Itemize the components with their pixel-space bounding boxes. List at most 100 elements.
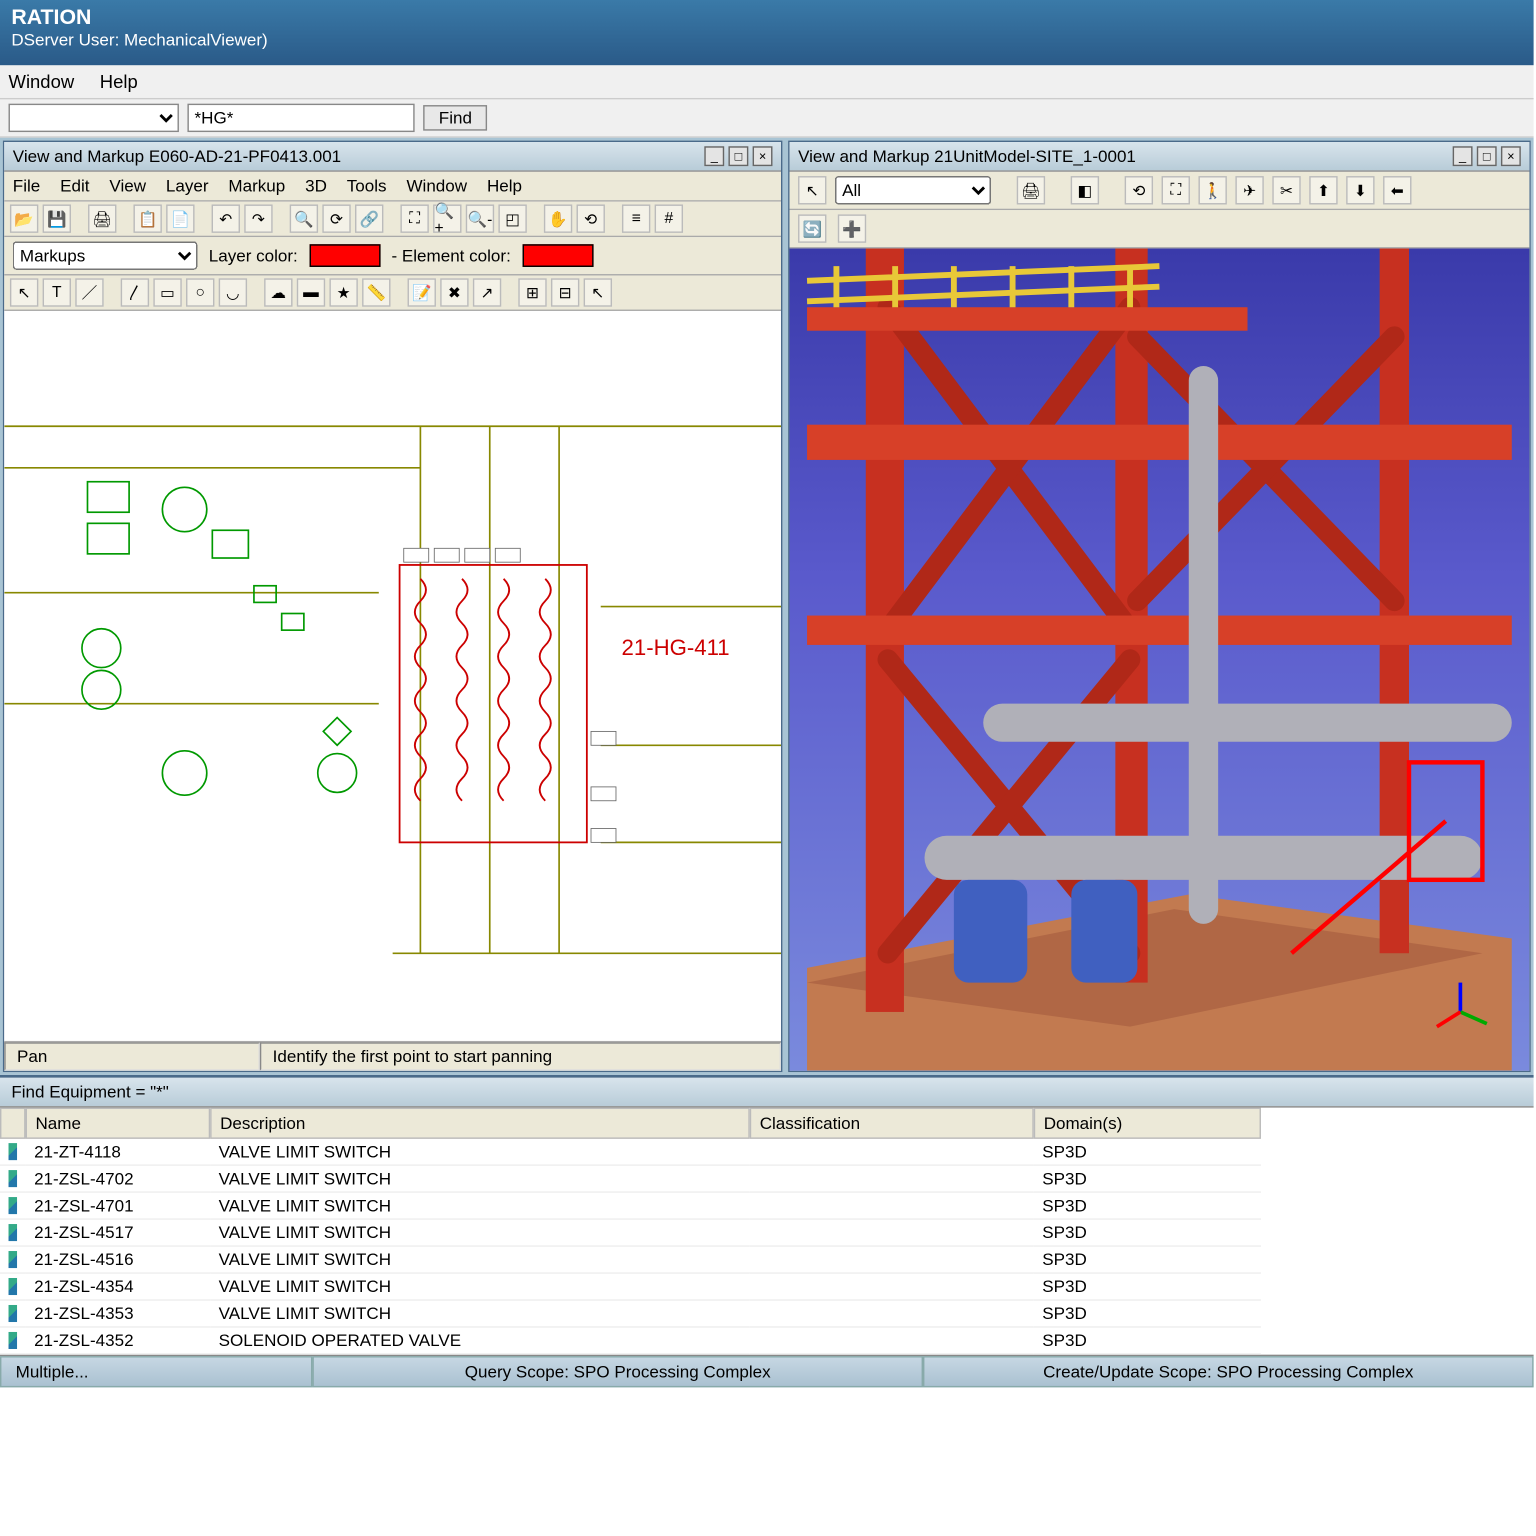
row-icon[interactable] xyxy=(0,1301,26,1328)
refresh-icon[interactable]: ⟳ xyxy=(322,204,350,232)
paste-icon[interactable]: 📄 xyxy=(166,204,194,232)
row-domain[interactable]: SP3D xyxy=(1034,1274,1261,1301)
arc-icon[interactable]: ◡ xyxy=(219,278,247,306)
row-classification[interactable] xyxy=(750,1247,1034,1274)
row-classification[interactable] xyxy=(750,1274,1034,1301)
pid-menu-help[interactable]: Help xyxy=(487,176,522,196)
row-icon[interactable] xyxy=(0,1220,26,1247)
zoom-window-icon[interactable]: ◰ xyxy=(498,204,526,232)
link-icon[interactable]: 🔗 xyxy=(355,204,383,232)
ungroup-icon[interactable]: ⊟ xyxy=(551,278,579,306)
row-classification[interactable] xyxy=(750,1328,1034,1355)
text-icon[interactable]: T xyxy=(43,278,71,306)
row-domain[interactable]: SP3D xyxy=(1034,1220,1261,1247)
row-classification[interactable] xyxy=(750,1220,1034,1247)
pid-menu-layer[interactable]: Layer xyxy=(166,176,209,196)
col-name[interactable]: Name xyxy=(26,1108,211,1139)
minimize-icon[interactable]: _ xyxy=(1453,146,1473,166)
maximize-icon[interactable]: □ xyxy=(729,146,749,166)
element-color-swatch[interactable] xyxy=(522,244,593,267)
row-name[interactable]: 21-ZT-4118 xyxy=(26,1139,211,1166)
pid-menu-edit[interactable]: Edit xyxy=(60,176,89,196)
copy-icon[interactable]: 📋 xyxy=(133,204,161,232)
clip-icon[interactable]: ✂ xyxy=(1272,176,1300,204)
cloud-icon[interactable]: ☁ xyxy=(264,278,292,306)
print-icon[interactable]: 🖨 xyxy=(88,204,116,232)
refresh-model-icon[interactable]: 🔄 xyxy=(798,214,826,242)
layer-dropdown[interactable]: Markups xyxy=(13,241,198,269)
col-classification[interactable]: Classification xyxy=(750,1108,1034,1139)
erase-icon[interactable]: ✖ xyxy=(440,278,468,306)
pid-menu-view[interactable]: View xyxy=(109,176,146,196)
orbit-icon[interactable]: ⟲ xyxy=(1125,176,1153,204)
row-classification[interactable] xyxy=(750,1166,1034,1193)
pid-menu-tools[interactable]: Tools xyxy=(347,176,387,196)
row-icon[interactable] xyxy=(0,1193,26,1220)
redo-icon[interactable]: ↷ xyxy=(244,204,272,232)
row-description[interactable]: VALVE LIMIT SWITCH xyxy=(210,1301,750,1328)
row-name[interactable]: 21-ZSL-4702 xyxy=(26,1166,211,1193)
zoom-in-icon[interactable]: 🔍+ xyxy=(433,204,461,232)
scope-dropdown[interactable] xyxy=(9,104,179,132)
col-description[interactable]: Description xyxy=(210,1108,750,1139)
row-domain[interactable]: SP3D xyxy=(1034,1301,1261,1328)
open-icon[interactable]: 📂 xyxy=(10,204,38,232)
polyline-icon[interactable]: 〳 xyxy=(121,278,149,306)
row-domain[interactable]: SP3D xyxy=(1034,1193,1261,1220)
row-description[interactable]: VALVE LIMIT SWITCH xyxy=(210,1166,750,1193)
row-description[interactable]: VALVE LIMIT SWITCH xyxy=(210,1193,750,1220)
nav-down-icon[interactable]: ⬇ xyxy=(1346,176,1374,204)
arrow-tool-icon[interactable]: ↗ xyxy=(473,278,501,306)
fit-icon[interactable]: ⛶ xyxy=(400,204,428,232)
rotate-icon[interactable]: ⟲ xyxy=(577,204,605,232)
row-description[interactable]: VALVE LIMIT SWITCH xyxy=(210,1274,750,1301)
maximize-icon[interactable]: □ xyxy=(1477,146,1497,166)
pointer-icon[interactable]: ↖ xyxy=(584,278,612,306)
fly-icon[interactable]: ✈ xyxy=(1235,176,1263,204)
row-icon[interactable] xyxy=(0,1247,26,1274)
col-domain[interactable]: Domain(s) xyxy=(1034,1108,1261,1139)
row-description[interactable]: VALVE LIMIT SWITCH xyxy=(210,1220,750,1247)
row-classification[interactable] xyxy=(750,1139,1034,1166)
rect-icon[interactable]: ▭ xyxy=(153,278,181,306)
grid-icon[interactable]: # xyxy=(655,204,683,232)
walk-icon[interactable]: 🚶 xyxy=(1199,176,1227,204)
layers-icon[interactable]: ≡ xyxy=(622,204,650,232)
note-icon[interactable]: 📝 xyxy=(408,278,436,306)
circle-icon[interactable]: ○ xyxy=(186,278,214,306)
add-view-icon[interactable]: ➕ xyxy=(838,214,866,242)
stamp-icon[interactable]: ★ xyxy=(329,278,357,306)
layer-color-swatch[interactable] xyxy=(309,244,380,267)
nav-left-icon[interactable]: ⬅ xyxy=(1383,176,1411,204)
row-description[interactable]: SOLENOID OPERATED VALVE xyxy=(210,1328,750,1355)
select-icon[interactable]: ↖ xyxy=(10,278,38,306)
row-name[interactable]: 21-ZSL-4701 xyxy=(26,1193,211,1220)
zoom-fit-icon[interactable]: ⛶ xyxy=(1162,176,1190,204)
pid-menu-markup[interactable]: Markup xyxy=(228,176,285,196)
row-domain[interactable]: SP3D xyxy=(1034,1328,1261,1355)
row-classification[interactable] xyxy=(750,1301,1034,1328)
group-icon[interactable]: ⊞ xyxy=(518,278,546,306)
row-icon[interactable] xyxy=(0,1274,26,1301)
row-name[interactable]: 21-ZSL-4354 xyxy=(26,1274,211,1301)
save-icon[interactable]: 💾 xyxy=(43,204,71,232)
row-description[interactable]: VALVE LIMIT SWITCH xyxy=(210,1139,750,1166)
row-icon[interactable] xyxy=(0,1328,26,1355)
menu-window[interactable]: Window xyxy=(9,71,75,92)
undo-icon[interactable]: ↶ xyxy=(212,204,240,232)
search-input[interactable] xyxy=(187,104,414,132)
pid-canvas[interactable]: 21-HG-411 xyxy=(4,311,781,1041)
row-domain[interactable]: SP3D xyxy=(1034,1166,1261,1193)
close-icon[interactable]: × xyxy=(1501,146,1521,166)
pan-icon[interactable]: ✋ xyxy=(544,204,572,232)
minimize-icon[interactable]: _ xyxy=(704,146,724,166)
row-classification[interactable] xyxy=(750,1193,1034,1220)
pid-menu-file[interactable]: File xyxy=(13,176,40,196)
close-icon[interactable]: × xyxy=(753,146,773,166)
col-icon[interactable] xyxy=(0,1108,26,1139)
row-name[interactable]: 21-ZSL-4517 xyxy=(26,1220,211,1247)
line-icon[interactable]: ／ xyxy=(75,278,103,306)
pid-menu-window[interactable]: Window xyxy=(406,176,467,196)
row-name[interactable]: 21-ZSL-4353 xyxy=(26,1301,211,1328)
menu-help[interactable]: Help xyxy=(100,71,138,92)
